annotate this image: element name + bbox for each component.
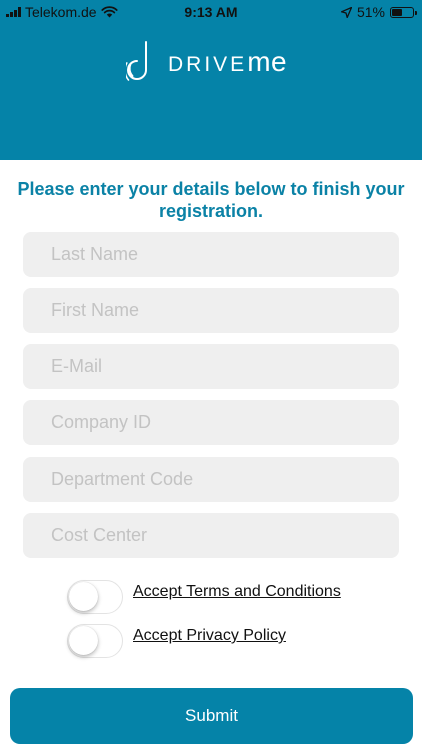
privacy-row: Accept Privacy Policy bbox=[67, 624, 286, 658]
app-logo: DRIVEme bbox=[126, 40, 287, 84]
toggle-knob bbox=[69, 582, 98, 611]
company-id-input[interactable] bbox=[23, 400, 399, 445]
status-right: 51% bbox=[340, 4, 417, 20]
cost-center-input[interactable] bbox=[23, 513, 399, 558]
department-code-input[interactable] bbox=[23, 457, 399, 502]
logo-text-drive: DRIVE bbox=[168, 53, 248, 76]
status-bar: Telekom.de 9:13 AM 51% bbox=[0, 0, 422, 24]
battery-icon bbox=[390, 6, 417, 18]
last-name-input[interactable] bbox=[23, 232, 399, 277]
toggle-knob bbox=[69, 626, 98, 655]
logo-text-me: me bbox=[247, 46, 288, 77]
privacy-toggle[interactable] bbox=[67, 624, 123, 658]
battery-level bbox=[392, 8, 402, 16]
battery-percent: 51% bbox=[356, 4, 385, 20]
logo-text: DRIVEme bbox=[168, 46, 287, 78]
terms-toggle[interactable] bbox=[67, 580, 123, 614]
location-icon bbox=[340, 6, 352, 18]
privacy-link[interactable]: Accept Privacy Policy bbox=[133, 627, 286, 645]
driveme-logo-icon bbox=[126, 41, 147, 81]
terms-link[interactable]: Accept Terms and Conditions bbox=[133, 583, 341, 601]
battery-tip bbox=[415, 10, 417, 15]
first-name-input[interactable] bbox=[23, 288, 399, 333]
email-input[interactable] bbox=[23, 344, 399, 389]
submit-button[interactable]: Submit bbox=[10, 688, 413, 744]
intro-text: Please enter your details below to finis… bbox=[17, 179, 405, 221]
terms-row: Accept Terms and Conditions bbox=[67, 580, 341, 614]
